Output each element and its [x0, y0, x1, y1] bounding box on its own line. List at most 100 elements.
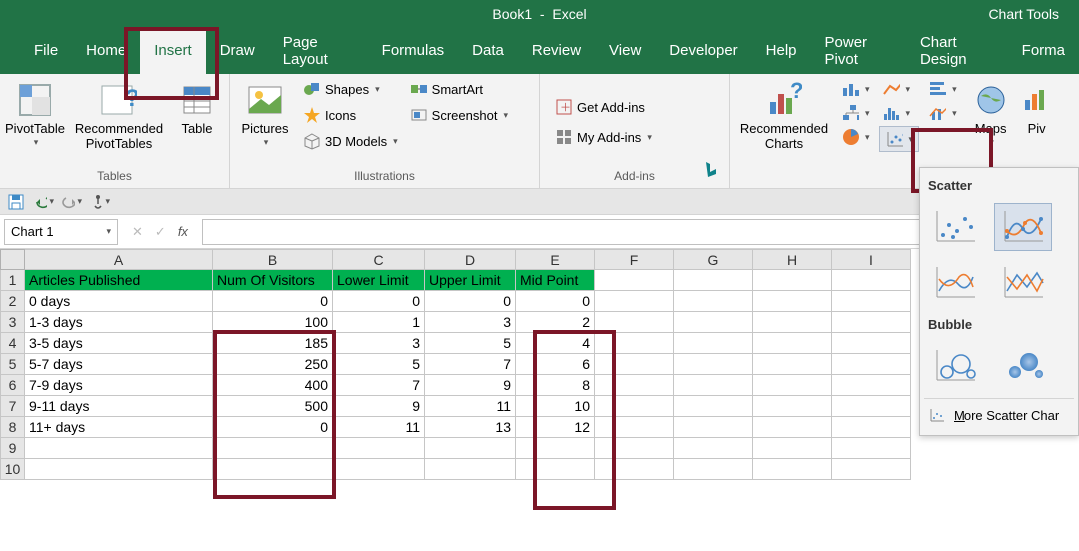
cell[interactable]: [25, 459, 213, 480]
scatter-option-markers[interactable]: [926, 203, 984, 251]
cell[interactable]: [832, 354, 911, 375]
row-header[interactable]: 2: [1, 291, 25, 312]
cell[interactable]: 0: [333, 291, 425, 312]
cell[interactable]: 0: [213, 291, 333, 312]
enter-formula-icon[interactable]: ✓: [155, 224, 166, 240]
cell[interactable]: [674, 438, 753, 459]
cell[interactable]: 5: [333, 354, 425, 375]
column-chart-button[interactable]: ▾: [838, 78, 873, 100]
cell[interactable]: 10: [516, 396, 595, 417]
name-box[interactable]: Chart 1 ▾: [4, 219, 118, 245]
cell[interactable]: [595, 312, 674, 333]
cell[interactable]: 7-9 days: [25, 375, 213, 396]
row-header[interactable]: 9: [1, 438, 25, 459]
tab-data[interactable]: Data: [458, 27, 518, 74]
cell[interactable]: 0: [516, 291, 595, 312]
cell[interactable]: [832, 312, 911, 333]
cell[interactable]: [674, 354, 753, 375]
pivot-table-button[interactable]: PivotTable▾: [6, 78, 64, 150]
tab-help[interactable]: Help: [752, 27, 811, 74]
cell[interactable]: [832, 333, 911, 354]
cell[interactable]: 0: [213, 417, 333, 438]
cell[interactable]: [25, 438, 213, 459]
cell[interactable]: [753, 333, 832, 354]
more-scatter-charts-button[interactable]: More Scatter Char: [924, 398, 1074, 431]
cell[interactable]: [595, 333, 674, 354]
cell[interactable]: [832, 459, 911, 480]
cell[interactable]: [425, 459, 516, 480]
col-header[interactable]: D: [425, 250, 516, 270]
cell[interactable]: 3-5 days: [25, 333, 213, 354]
cell[interactable]: 500: [213, 396, 333, 417]
col-header[interactable]: E: [516, 250, 595, 270]
cell[interactable]: [595, 270, 674, 291]
tab-review[interactable]: Review: [518, 27, 595, 74]
bubble-option-3d[interactable]: [994, 342, 1052, 390]
cell[interactable]: Lower Limit: [333, 270, 425, 291]
cell[interactable]: 2: [516, 312, 595, 333]
col-header[interactable]: F: [595, 250, 674, 270]
cell[interactable]: 6: [516, 354, 595, 375]
cell[interactable]: [595, 417, 674, 438]
3d-models-button[interactable]: 3D Models▾: [300, 130, 401, 152]
cell[interactable]: [753, 270, 832, 291]
cell[interactable]: 250: [213, 354, 333, 375]
row-header[interactable]: 3: [1, 312, 25, 333]
col-header[interactable]: B: [213, 250, 333, 270]
cell[interactable]: 8: [516, 375, 595, 396]
cell[interactable]: Num Of Visitors: [213, 270, 333, 291]
cell[interactable]: [674, 291, 753, 312]
icons-button[interactable]: Icons: [300, 104, 401, 126]
cell[interactable]: 185: [213, 333, 333, 354]
line-chart-button[interactable]: ▾: [879, 78, 920, 100]
cell[interactable]: [674, 375, 753, 396]
cell[interactable]: 100: [213, 312, 333, 333]
scatter-chart-button[interactable]: ▾: [879, 126, 920, 152]
cell[interactable]: [674, 396, 753, 417]
row-header[interactable]: 10: [1, 459, 25, 480]
row-header[interactable]: 1: [1, 270, 25, 291]
tab-view[interactable]: View: [595, 27, 655, 74]
recommended-charts-button[interactable]: ? RecommendedCharts: [736, 78, 832, 155]
row-header[interactable]: 6: [1, 375, 25, 396]
name-box-dropdown-icon[interactable]: ▾: [106, 226, 111, 237]
statistic-chart-button[interactable]: ▾: [879, 102, 920, 124]
cell[interactable]: 9-11 days: [25, 396, 213, 417]
undo-button[interactable]: ▾: [34, 192, 54, 212]
bing-icon[interactable]: [702, 160, 720, 178]
cell[interactable]: [516, 459, 595, 480]
cell[interactable]: [595, 438, 674, 459]
cell[interactable]: [832, 270, 911, 291]
col-header[interactable]: H: [753, 250, 832, 270]
cell[interactable]: 13: [425, 417, 516, 438]
col-header[interactable]: C: [333, 250, 425, 270]
row-header[interactable]: 5: [1, 354, 25, 375]
cell[interactable]: [333, 459, 425, 480]
worksheet-grid[interactable]: A B C D E F G H I 1 Articles Published N…: [0, 249, 1079, 480]
cell[interactable]: [832, 438, 911, 459]
row-header[interactable]: 8: [1, 417, 25, 438]
tab-format[interactable]: Forma: [1008, 27, 1079, 74]
cell[interactable]: [753, 354, 832, 375]
cell[interactable]: 7: [425, 354, 516, 375]
cell[interactable]: 1: [333, 312, 425, 333]
cell[interactable]: [674, 312, 753, 333]
tab-chart-design[interactable]: Chart Design: [906, 27, 1008, 74]
cell[interactable]: [595, 354, 674, 375]
cell[interactable]: 9: [425, 375, 516, 396]
shapes-button[interactable]: Shapes▾: [300, 78, 401, 100]
pictures-button[interactable]: Pictures▾: [236, 78, 294, 150]
cell[interactable]: [753, 459, 832, 480]
cell[interactable]: [674, 333, 753, 354]
cell[interactable]: 12: [516, 417, 595, 438]
cell[interactable]: 5-7 days: [25, 354, 213, 375]
cell[interactable]: [674, 270, 753, 291]
get-addins-button[interactable]: ＋ Get Add-ins: [552, 96, 648, 118]
row-header[interactable]: 4: [1, 333, 25, 354]
cell[interactable]: 11: [333, 417, 425, 438]
cell[interactable]: 7: [333, 375, 425, 396]
tab-developer[interactable]: Developer: [655, 27, 751, 74]
combo-chart-button[interactable]: ▾: [925, 102, 960, 124]
cell[interactable]: 9: [333, 396, 425, 417]
col-header[interactable]: G: [674, 250, 753, 270]
